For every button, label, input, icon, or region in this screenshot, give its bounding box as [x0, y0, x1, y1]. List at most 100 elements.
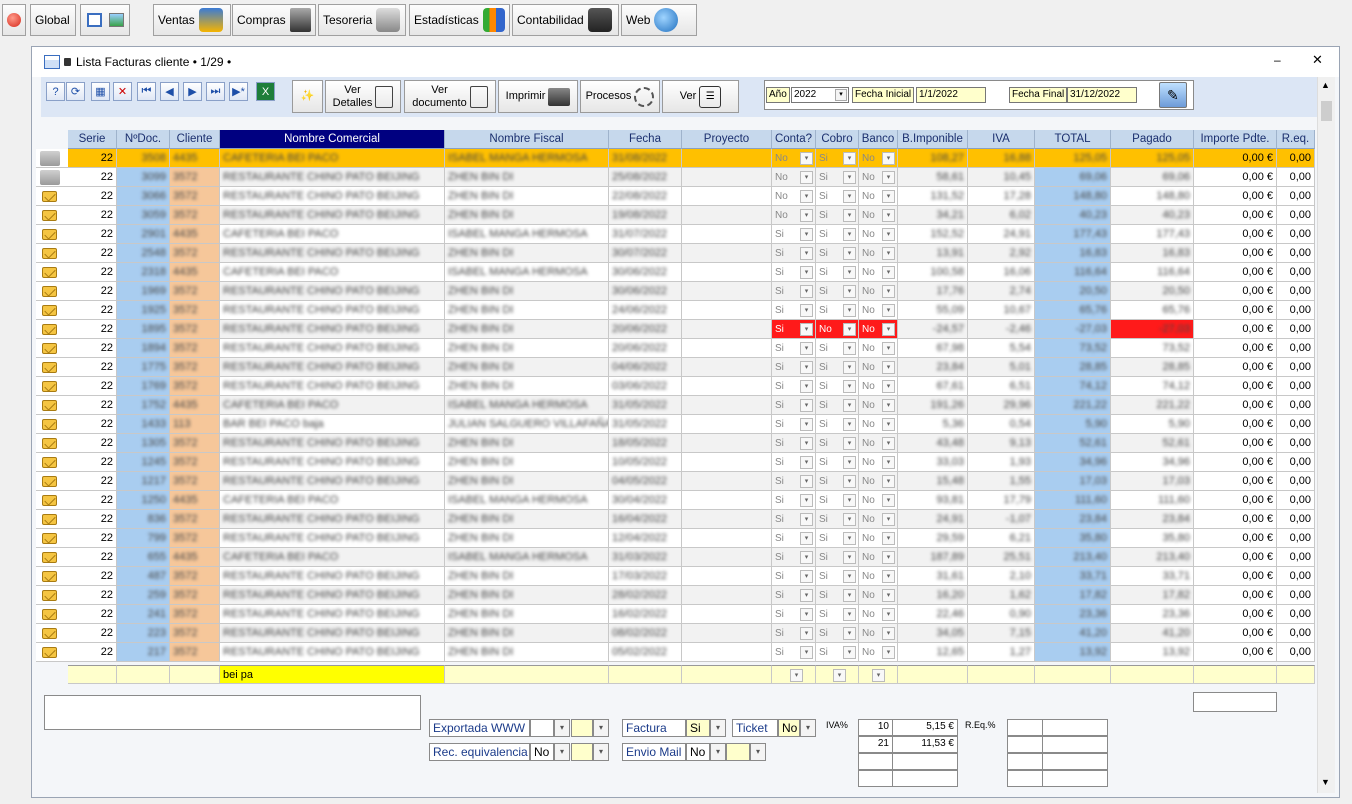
chevron-down-icon[interactable]: ▾	[882, 475, 895, 488]
cell-banco[interactable]: No ▾	[859, 396, 898, 415]
cell-banco[interactable]: No ▾	[859, 643, 898, 662]
table-row[interactable]: 22 1752 4435 CAFETERIA BEI PACO ISABEL MANGA…	[36, 396, 1316, 415]
row-status-cell[interactable]	[36, 434, 68, 453]
chevron-down-icon[interactable]: ▾	[800, 646, 813, 659]
row-status-cell[interactable]	[36, 510, 68, 529]
table-row[interactable]: 22 2318 4435 CAFETERIA BEI PACO ISABEL MANGA…	[36, 263, 1316, 282]
cell-conta[interactable]: Si ▾	[772, 263, 816, 282]
filter-importe-pdte[interactable]	[1194, 665, 1277, 684]
envelope-icon[interactable]	[42, 495, 57, 506]
exportada-dropdown-icon[interactable]: ▾	[554, 719, 570, 737]
cell-banco[interactable]: No ▾	[859, 624, 898, 643]
column-header-conta[interactable]: Conta?	[772, 130, 816, 149]
cell-conta[interactable]: Si ▾	[772, 377, 816, 396]
row-status-cell[interactable]	[36, 605, 68, 624]
table-row[interactable]: 22 1969 3572 RESTAURANTE CHINO PATO BEIJING…	[36, 282, 1316, 301]
window-buttons[interactable]	[80, 4, 130, 36]
chevron-down-icon[interactable]: ▾	[835, 89, 847, 101]
filter-banco[interactable]: ▾	[859, 665, 898, 684]
cell-cobro[interactable]: Si ▾	[816, 282, 859, 301]
column-header-fecha[interactable]: Fecha	[609, 130, 682, 149]
row-status-cell[interactable]	[36, 643, 68, 662]
table-row[interactable]: 22 1775 3572 RESTAURANTE CHINO PATO BEIJING…	[36, 358, 1316, 377]
tesoreria-button[interactable]: Tesoreria	[318, 4, 406, 36]
chevron-down-icon[interactable]: ▾	[843, 247, 856, 260]
chevron-down-icon[interactable]: ▾	[872, 669, 885, 682]
chevron-down-icon[interactable]: ▾	[843, 304, 856, 317]
cell-conta[interactable]: Si ▾	[772, 282, 816, 301]
magic-wand-button[interactable]: ✨	[292, 80, 323, 113]
chevron-down-icon[interactable]: ▾	[843, 513, 856, 526]
cell-cobro[interactable]: Si ▾	[816, 396, 859, 415]
chevron-down-icon[interactable]: ▾	[882, 228, 895, 241]
cell-banco[interactable]: No ▾	[859, 187, 898, 206]
exportada-value[interactable]	[530, 719, 554, 737]
cell-conta[interactable]: No ▾	[772, 168, 816, 187]
cell-banco[interactable]: No ▾	[859, 168, 898, 187]
chevron-down-icon[interactable]: ▾	[800, 513, 813, 526]
filter-cobro[interactable]: ▾	[816, 665, 859, 684]
chevron-down-icon[interactable]: ▾	[843, 266, 856, 279]
ver-detalles-button[interactable]: Ver Detalles	[325, 80, 401, 113]
factura-value[interactable]: Si	[686, 719, 710, 737]
column-header-importe-pdte[interactable]: Importe Pdte.	[1194, 130, 1277, 149]
cell-cobro[interactable]: No ▾	[816, 320, 859, 339]
chevron-down-icon[interactable]: ▾	[882, 570, 895, 583]
cell-banco[interactable]: No ▾	[859, 472, 898, 491]
table-row[interactable]: 22 3508 4435 CAFETERIA BEI PACO ISABEL MANGA…	[36, 149, 1316, 168]
envelope-icon[interactable]	[42, 533, 57, 544]
chevron-down-icon[interactable]: ▾	[800, 209, 813, 222]
cell-banco[interactable]: No ▾	[859, 529, 898, 548]
vertical-scrollbar[interactable]: ▲ ▼	[1317, 77, 1335, 793]
chevron-down-icon[interactable]: ▾	[800, 285, 813, 298]
chevron-down-icon[interactable]: ▾	[882, 323, 895, 336]
ticket-dropdown-icon[interactable]: ▾	[800, 719, 816, 737]
cell-cobro[interactable]: Si ▾	[816, 548, 859, 567]
ticket-value[interactable]: No	[778, 719, 800, 737]
chevron-down-icon[interactable]: ▾	[882, 285, 895, 298]
table-row[interactable]: 22 241 3572 RESTAURANTE CHINO PATO BEIJING Z…	[36, 605, 1316, 624]
cell-cobro[interactable]: Si ▾	[816, 187, 859, 206]
filter-proyecto[interactable]	[682, 665, 772, 684]
column-header-serie[interactable]: Serie	[68, 130, 117, 149]
column-header-nombre-fiscal[interactable]: Nombre Fiscal	[445, 130, 609, 149]
printer-icon[interactable]	[40, 151, 60, 166]
exportada-filter-dropdown-icon[interactable]: ▾	[593, 719, 609, 737]
column-header-req[interactable]: R.eq.	[1277, 130, 1315, 149]
chevron-down-icon[interactable]: ▾	[882, 627, 895, 640]
table-row[interactable]: 22 836 3572 RESTAURANTE CHINO PATO BEIJING Z…	[36, 510, 1316, 529]
cell-conta[interactable]: Si ▾	[772, 358, 816, 377]
envelope-icon[interactable]	[42, 438, 57, 449]
cell-cobro[interactable]: Si ▾	[816, 605, 859, 624]
chevron-down-icon[interactable]: ▾	[800, 171, 813, 184]
cell-cobro[interactable]: Si ▾	[816, 301, 859, 320]
excel-icon[interactable]: X	[256, 82, 275, 101]
row-status-cell[interactable]	[36, 396, 68, 415]
row-status-cell[interactable]	[36, 415, 68, 434]
table-row[interactable]: 22 1769 3572 RESTAURANTE CHINO PATO BEIJING…	[36, 377, 1316, 396]
row-status-cell[interactable]	[36, 187, 68, 206]
chevron-down-icon[interactable]: ▾	[843, 570, 856, 583]
scroll-down-icon[interactable]: ▼	[1321, 777, 1330, 787]
cell-cobro[interactable]: Si ▾	[816, 263, 859, 282]
chevron-down-icon[interactable]: ▾	[882, 456, 895, 469]
column-header-iva[interactable]: IVA	[968, 130, 1035, 149]
cell-conta[interactable]: Si ▾	[772, 396, 816, 415]
cell-cobro[interactable]: Si ▾	[816, 149, 859, 168]
filter-nombre-fiscal[interactable]	[445, 665, 609, 684]
envelope-icon[interactable]	[42, 267, 57, 278]
chevron-down-icon[interactable]: ▾	[800, 399, 813, 412]
chevron-down-icon[interactable]: ▾	[882, 171, 895, 184]
table-row[interactable]: 22 3099 3572 RESTAURANTE CHINO PATO BEIJING…	[36, 168, 1316, 187]
calculator-small-icon[interactable]: ▦	[91, 82, 110, 101]
chevron-down-icon[interactable]: ▾	[800, 551, 813, 564]
filter-iva[interactable]	[968, 665, 1035, 684]
tools-button[interactable]: ✎	[1159, 82, 1187, 108]
cell-conta[interactable]: Si ▾	[772, 453, 816, 472]
chevron-down-icon[interactable]: ▾	[843, 228, 856, 241]
cell-banco[interactable]: No ▾	[859, 301, 898, 320]
chevron-down-icon[interactable]: ▾	[843, 342, 856, 355]
chevron-down-icon[interactable]: ▾	[800, 228, 813, 241]
cell-banco[interactable]: No ▾	[859, 548, 898, 567]
cell-conta[interactable]: Si ▾	[772, 415, 816, 434]
